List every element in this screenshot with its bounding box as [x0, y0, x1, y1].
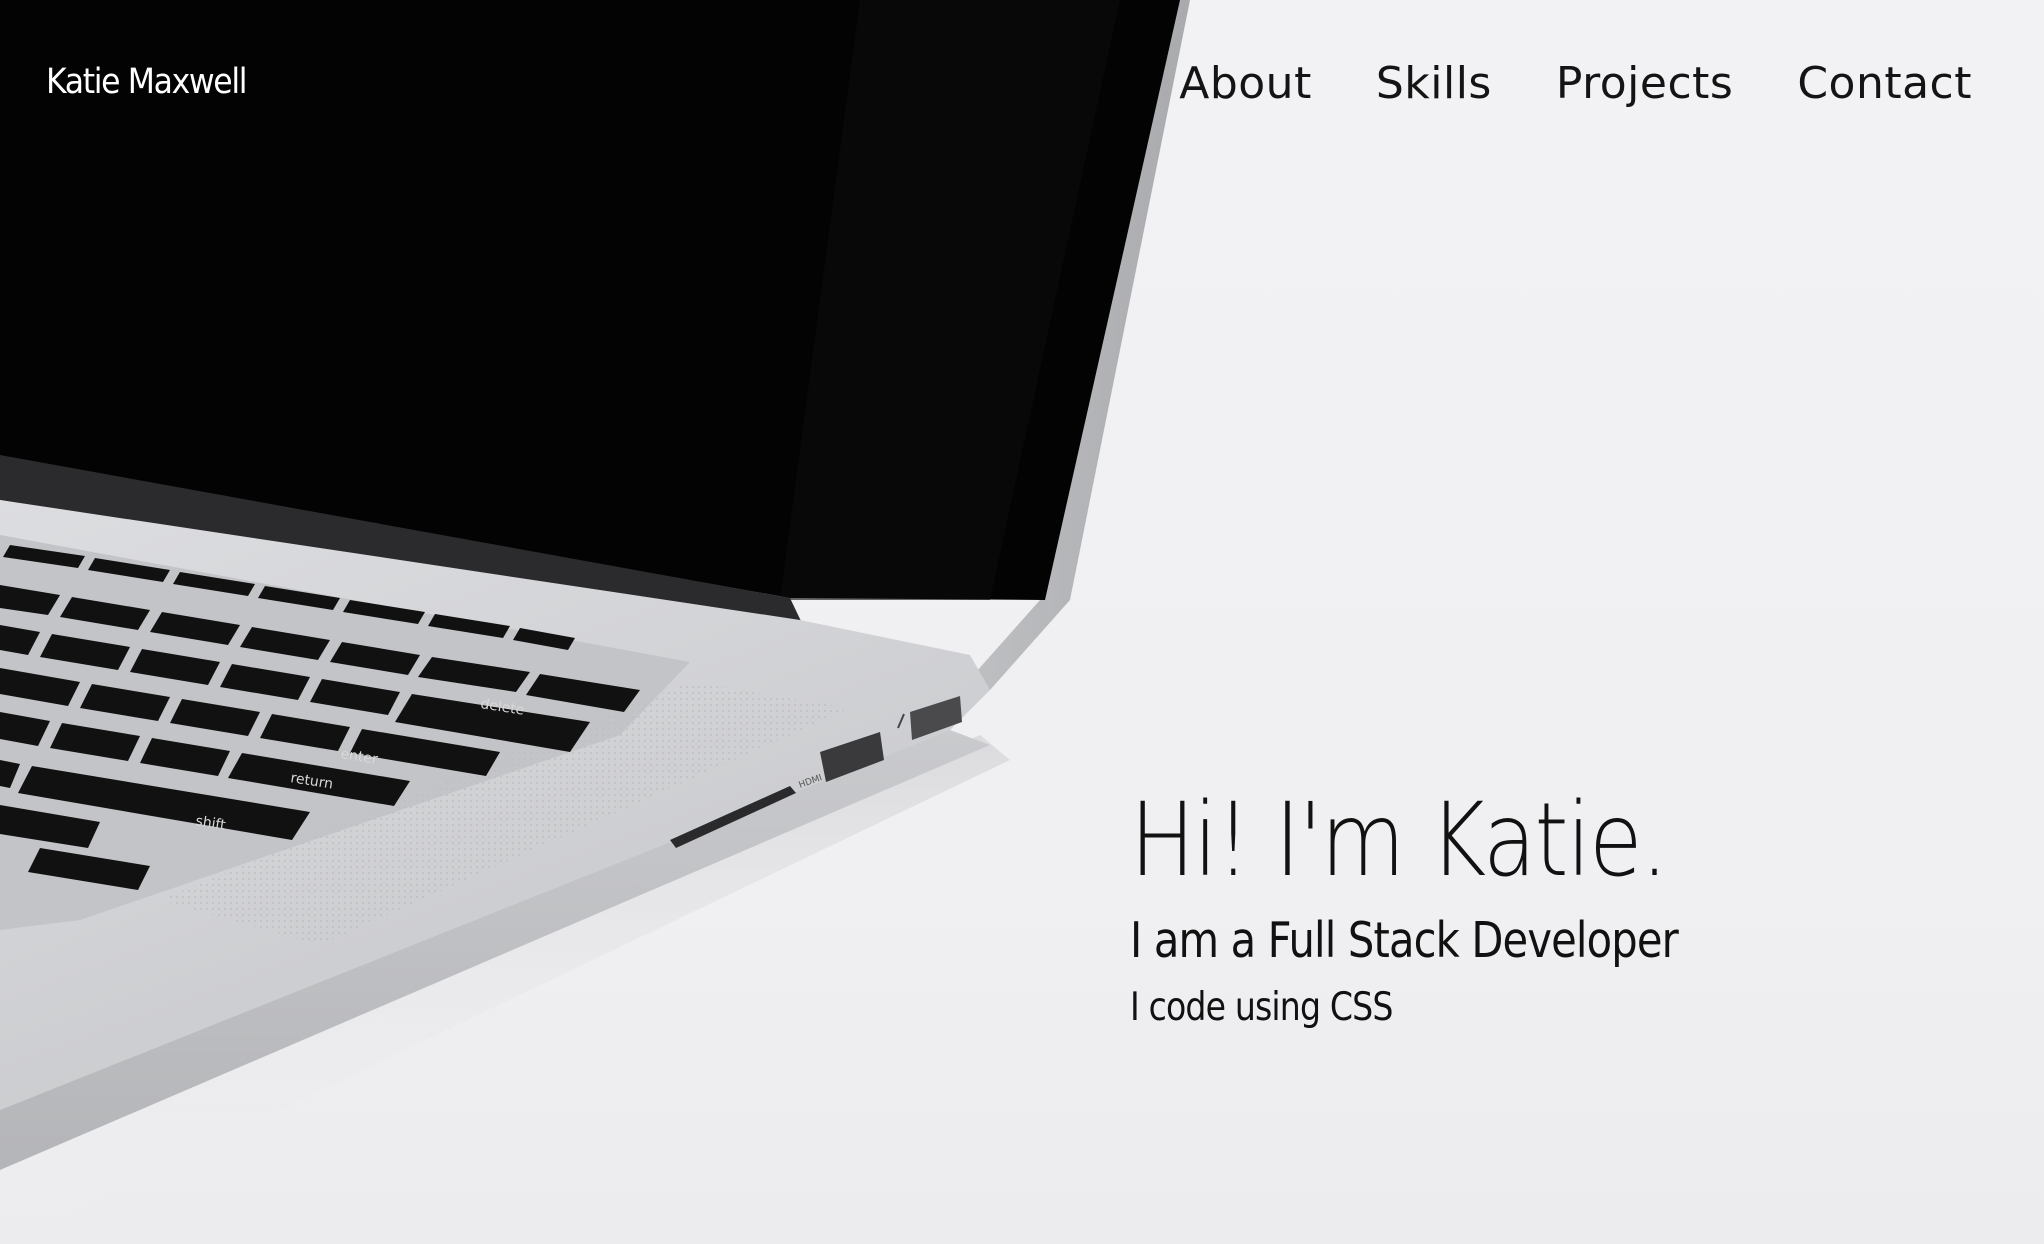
- nav-link-projects[interactable]: Projects: [1556, 58, 1733, 109]
- hero-tech: I code using CSS: [1130, 985, 1393, 1030]
- hero-section: delete return enter shift HDMI Katie Max…: [0, 0, 2044, 1244]
- hero-role: I am a Full Stack Developer: [1130, 912, 1679, 969]
- brand-logo[interactable]: Katie Maxwell: [46, 62, 247, 102]
- nav-link-skills[interactable]: Skills: [1376, 58, 1492, 109]
- hero-greeting: Hi! I'm Katie.: [1130, 781, 1668, 900]
- main-nav: About Skills Projects Contact: [1179, 58, 1972, 109]
- intro-block: Hi! I'm Katie. I am a Full Stack Develop…: [1130, 781, 1775, 1031]
- nav-link-contact[interactable]: Contact: [1797, 58, 1972, 109]
- laptop-image: delete return enter shift HDMI: [0, 0, 1190, 1244]
- nav-link-about[interactable]: About: [1179, 58, 1312, 109]
